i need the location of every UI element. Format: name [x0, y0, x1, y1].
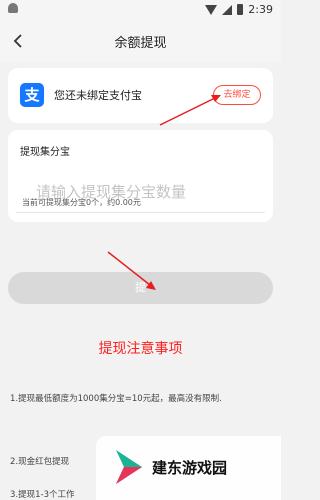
watermark-text: 建东游戏园 [152, 459, 228, 477]
notice-rule-3: 3.提现1-3个工作 [10, 490, 75, 500]
withdraw-card: 提现集分宝 [8, 130, 273, 222]
withdraw-button[interactable]: 提 [8, 272, 273, 304]
nav-bar: 余额提现 [0, 20, 281, 62]
alipay-bind-card: 支 您还未绑定支付宝 去绑定 [8, 68, 273, 123]
status-left [8, 3, 18, 13]
battery-icon [237, 4, 244, 15]
withdraw-label: 提现集分宝 [20, 147, 70, 158]
notice-rule-2: 2.现金红包提现 [10, 457, 70, 467]
android-notification-icon [8, 3, 18, 13]
wifi-icon [205, 4, 218, 15]
status-right: 2:39 [205, 3, 273, 16]
notice-title: 提现注意事项 [98, 341, 183, 357]
watermark-logo-icon [116, 450, 142, 484]
available-balance-text: 当前可提现集分宝0个，约0.00元 [22, 198, 141, 207]
signal-icon [222, 4, 233, 15]
status-time: 2:39 [248, 3, 273, 16]
alipay-logo-icon: 支 [20, 83, 44, 107]
watermark: 建东游戏园 [96, 436, 281, 500]
page-title: 余额提现 [114, 36, 167, 51]
input-divider [16, 212, 265, 213]
status-bar: 2:39 [0, 0, 281, 20]
bind-alipay-button[interactable]: 去绑定 [213, 85, 261, 105]
alipay-status-text: 您还未绑定支付宝 [54, 89, 142, 102]
notice-rule-1: 1.提现最低额度为1000集分宝=10元起，最高没有限制. [10, 394, 222, 404]
